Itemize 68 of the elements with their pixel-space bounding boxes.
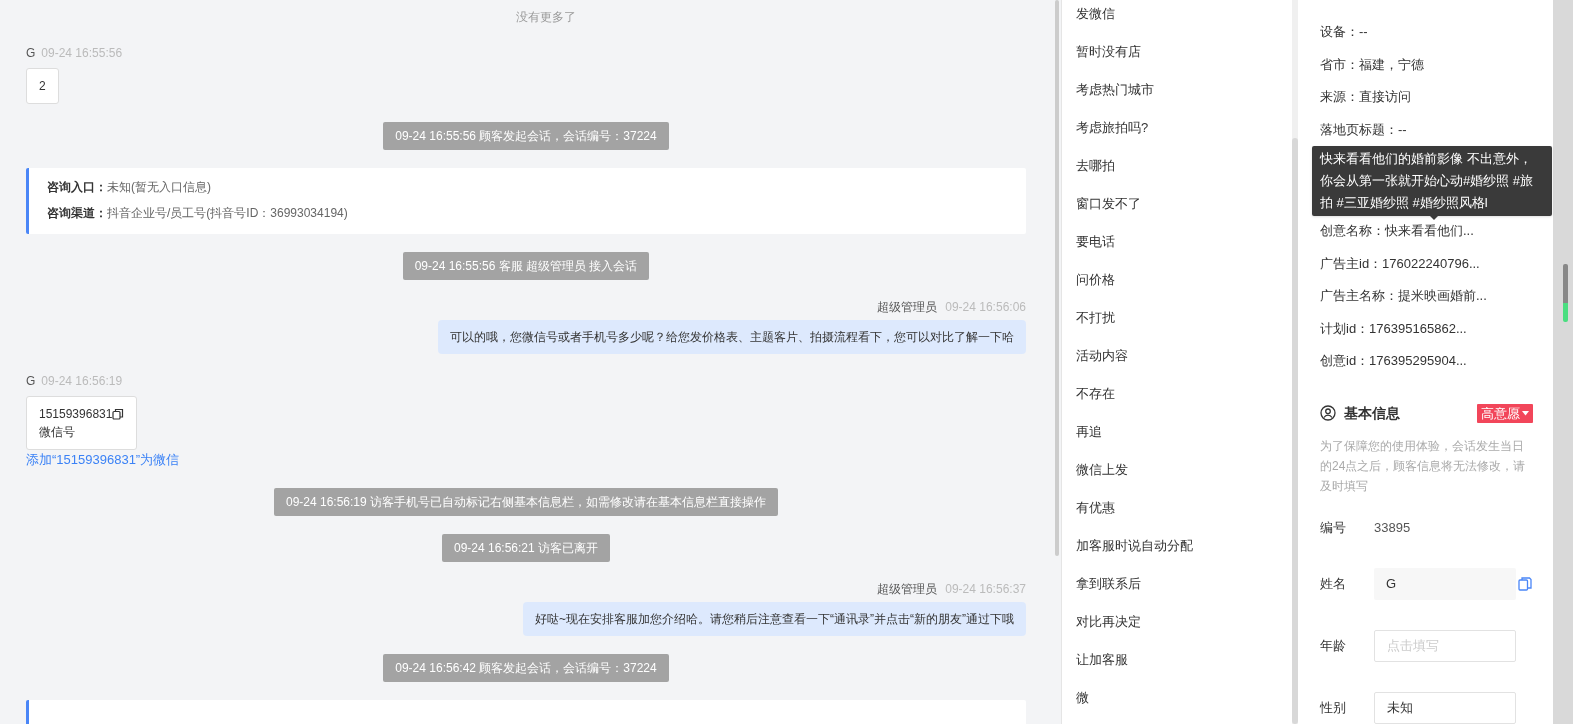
- quick-reply-item[interactable]: 问价格: [1076, 261, 1292, 299]
- field-label: 编号: [1320, 519, 1347, 538]
- field-value: 33895: [1374, 519, 1411, 538]
- message-bubble: 好哒~现在安排客服加您介绍哈。请您稍后注意查看一下“通讯录”并点击“新的朋友”通过下哦: [523, 601, 1026, 636]
- input-field[interactable]: 未知: [1374, 691, 1516, 724]
- entry-value: 抖音企业号/员工号(抖音号ID：36993034194): [107, 205, 348, 222]
- message-time: 09-24 16:56:19: [41, 373, 123, 390]
- sender-name: G: [26, 373, 36, 390]
- name-field: G: [1374, 567, 1516, 600]
- end-note: 没有更多了: [515, 9, 576, 26]
- scrollbar-thumb[interactable]: [1055, 0, 1059, 556]
- section-title: 基本信息: [1344, 403, 1400, 423]
- copy-icon[interactable]: [112, 408, 125, 420]
- add-wechat-link[interactable]: 添加“15159396831”为微信: [26, 450, 180, 470]
- visit-info-row-text: 创意名称：快来看看他们...: [1320, 222, 1475, 241]
- visit-info-row-text: 省市：福建，宁德: [1320, 55, 1425, 74]
- system-message: 09-24 16:56:42 顾客发起会话，会话编号：37224: [383, 653, 669, 682]
- intent-tag[interactable]: 高意愿: [1477, 403, 1533, 423]
- message-time: 09-24 16:56:37: [945, 580, 1026, 598]
- contact-number: 15159396831: [39, 406, 113, 423]
- quick-reply-item[interactable]: 发微信: [1076, 0, 1292, 33]
- quick-reply-item[interactable]: 拿到联系后: [1076, 565, 1292, 603]
- system-message: 09-24 16:56:19 访客手机号已自动标记右侧基本信息栏，如需修改请在基本信息栏直接操作: [273, 487, 779, 516]
- visit-info-row-text: 设备：--: [1320, 23, 1369, 41]
- field-label: 性别: [1320, 699, 1347, 718]
- quick-reply-item[interactable]: 要电话: [1076, 223, 1292, 261]
- visit-info-row-text: 来源：直接访问: [1320, 88, 1412, 107]
- quick-reply-item[interactable]: 窗口发不了: [1076, 185, 1292, 223]
- quick-reply-item[interactable]: 让加客服: [1076, 641, 1292, 679]
- contact-type: 微信号: [39, 424, 76, 441]
- caret-icon: [1522, 410, 1529, 416]
- scrollbar-thumb[interactable]: [1562, 264, 1568, 322]
- visit-info-row-text: 广告主名称：提米映画婚前...: [1320, 287, 1488, 306]
- message-bubble: 可以的哦，您微信号或者手机号多少呢？给您发价格表、主题客片、拍摄流程看下，您可以对比了解一下哈: [438, 320, 1026, 354]
- notice-text: 为了保障您的使用体验，会话发生当日的24点之后，顾客信息将无法修改，请及时填写: [1320, 437, 1527, 495]
- visit-info-row-text: 创意id：176395295904...: [1320, 352, 1468, 371]
- quick-reply-item[interactable]: 去哪拍: [1076, 147, 1292, 185]
- field-label: 姓名: [1320, 575, 1347, 594]
- sender-name: 超级管理员: [877, 299, 938, 316]
- quick-reply-item[interactable]: 考虑旅拍吗?: [1076, 109, 1292, 147]
- quick-reply-item[interactable]: 不存在: [1076, 375, 1292, 413]
- quick-reply-item[interactable]: 加客服时说自动分配: [1076, 527, 1292, 565]
- message-time: 09-24 16:55:56: [41, 45, 123, 62]
- entry-label: 咨询入口：: [47, 179, 107, 196]
- message-time: 09-24 16:56:06: [945, 299, 1026, 316]
- quick-reply-item[interactable]: 考虑热门城市: [1076, 71, 1292, 109]
- sender-name: G: [26, 45, 36, 62]
- visit-info-row-text: 计划id：176395165862...: [1320, 319, 1468, 338]
- system-message: 09-24 16:55:56 顾客发起会话，会话编号：37224: [383, 122, 669, 150]
- entry-label: 咨询渠道：: [47, 205, 107, 222]
- message-bubble: 2: [26, 68, 59, 104]
- field-label: 年龄: [1320, 637, 1347, 656]
- user-icon: [1320, 405, 1336, 422]
- visit-info-row-text: 落地页标题：--: [1320, 120, 1408, 139]
- scrollbar-thumb[interactable]: [1292, 138, 1298, 724]
- quick-reply-item[interactable]: 暂时没有店: [1076, 33, 1292, 71]
- quick-reply-item[interactable]: 不打扰: [1076, 299, 1292, 337]
- quick-reply-item[interactable]: 对比再决定: [1076, 603, 1292, 641]
- system-message: 09-24 16:55:56 客服 超级管理员 接入会话: [402, 252, 650, 280]
- quick-reply-item[interactable]: 有优惠: [1076, 489, 1292, 527]
- quick-reply-item[interactable]: 微: [1076, 679, 1292, 717]
- quick-reply-item[interactable]: 活动内容: [1076, 337, 1292, 375]
- system-message: 09-24 16:56:21 访客已离开: [441, 533, 611, 562]
- entry-value: 未知(暂无入口信息): [107, 179, 211, 196]
- visit-info-row-text: 广告主id：176022240796...: [1320, 254, 1481, 273]
- quick-reply-item[interactable]: 微信上发: [1076, 451, 1292, 489]
- quick-reply-item[interactable]: 再追: [1076, 413, 1292, 451]
- sender-name: 超级管理员: [877, 580, 938, 598]
